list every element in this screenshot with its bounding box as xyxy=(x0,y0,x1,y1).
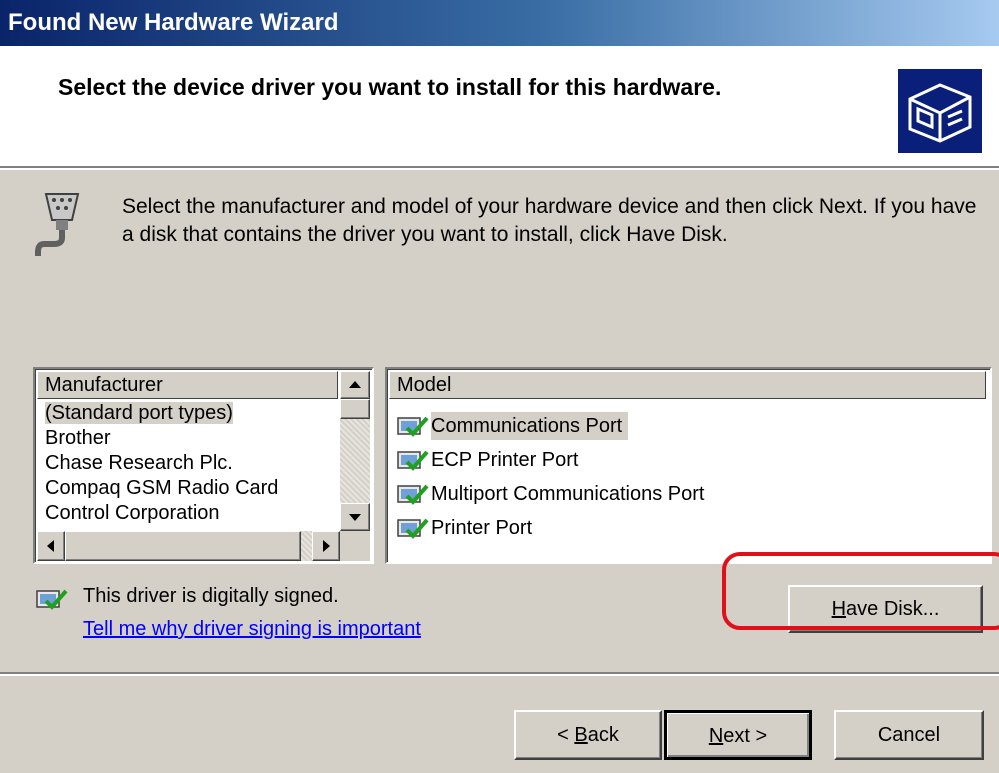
vertical-scrollbar[interactable] xyxy=(340,371,370,531)
window-title: Found New Hardware Wizard xyxy=(8,9,339,36)
arrow-right-icon xyxy=(323,540,330,552)
highlight-annotation xyxy=(722,552,999,630)
model-list[interactable]: Model Communications Port ECP Printer Po… xyxy=(385,367,992,564)
list-item[interactable]: Printer Port xyxy=(397,511,977,545)
scroll-left-button[interactable] xyxy=(37,531,65,561)
cancel-button[interactable]: Cancel xyxy=(834,710,984,760)
footer-divider-highlight xyxy=(0,674,999,676)
list-item[interactable]: Multiport Communications Port xyxy=(397,477,977,511)
list-item[interactable]: Compaq GSM Radio Card xyxy=(37,476,337,501)
list-item[interactable]: ECP Printer Port xyxy=(397,443,977,477)
list-item[interactable]: (Standard port types) xyxy=(37,401,337,426)
driver-signing-link[interactable]: Tell me why driver signing is important xyxy=(83,618,421,641)
list-item[interactable]: Control Corporation xyxy=(37,501,337,526)
manufacturer-list[interactable]: Manufacturer (Standard port types) Broth… xyxy=(33,367,374,564)
serial-port-icon xyxy=(32,190,92,258)
wizard-header: Select the device driver you want to ins… xyxy=(0,46,999,168)
back-button[interactable]: < Back xyxy=(514,710,662,760)
signed-driver-icon xyxy=(397,518,429,539)
signed-driver-icon xyxy=(36,589,68,610)
manufacturer-column-header[interactable]: Manufacturer xyxy=(37,371,338,399)
horizontal-scrollbar[interactable] xyxy=(37,531,340,561)
vertical-scroll-thumb[interactable] xyxy=(340,399,370,419)
signed-driver-icon xyxy=(397,416,429,437)
header-divider xyxy=(0,168,999,170)
list-item[interactable]: Chase Research Plc. xyxy=(37,451,337,476)
arrow-up-icon xyxy=(349,381,361,388)
model-column-header[interactable]: Model xyxy=(389,371,986,399)
list-item[interactable]: Brother xyxy=(37,426,337,451)
hardware-wizard-icon xyxy=(898,69,982,153)
instruction-text: Select the manufacturer and model of you… xyxy=(122,195,977,246)
list-item[interactable]: Communications Port xyxy=(397,409,977,443)
scroll-right-button[interactable] xyxy=(312,531,340,561)
arrow-left-icon xyxy=(47,540,54,552)
next-button[interactable]: Next > xyxy=(664,710,812,760)
driver-signed-status: This driver is digitally signed. xyxy=(83,585,339,607)
window-title-bar[interactable]: Found New Hardware Wizard xyxy=(0,0,999,46)
page-title: Select the device driver you want to ins… xyxy=(58,74,722,100)
horizontal-scroll-thumb[interactable] xyxy=(65,531,301,561)
arrow-down-icon xyxy=(349,514,361,521)
signed-driver-icon xyxy=(397,450,429,471)
scrollbar-corner xyxy=(340,531,370,561)
scroll-up-button[interactable] xyxy=(340,371,370,399)
scroll-down-button[interactable] xyxy=(340,503,370,531)
signed-driver-icon xyxy=(397,484,429,505)
